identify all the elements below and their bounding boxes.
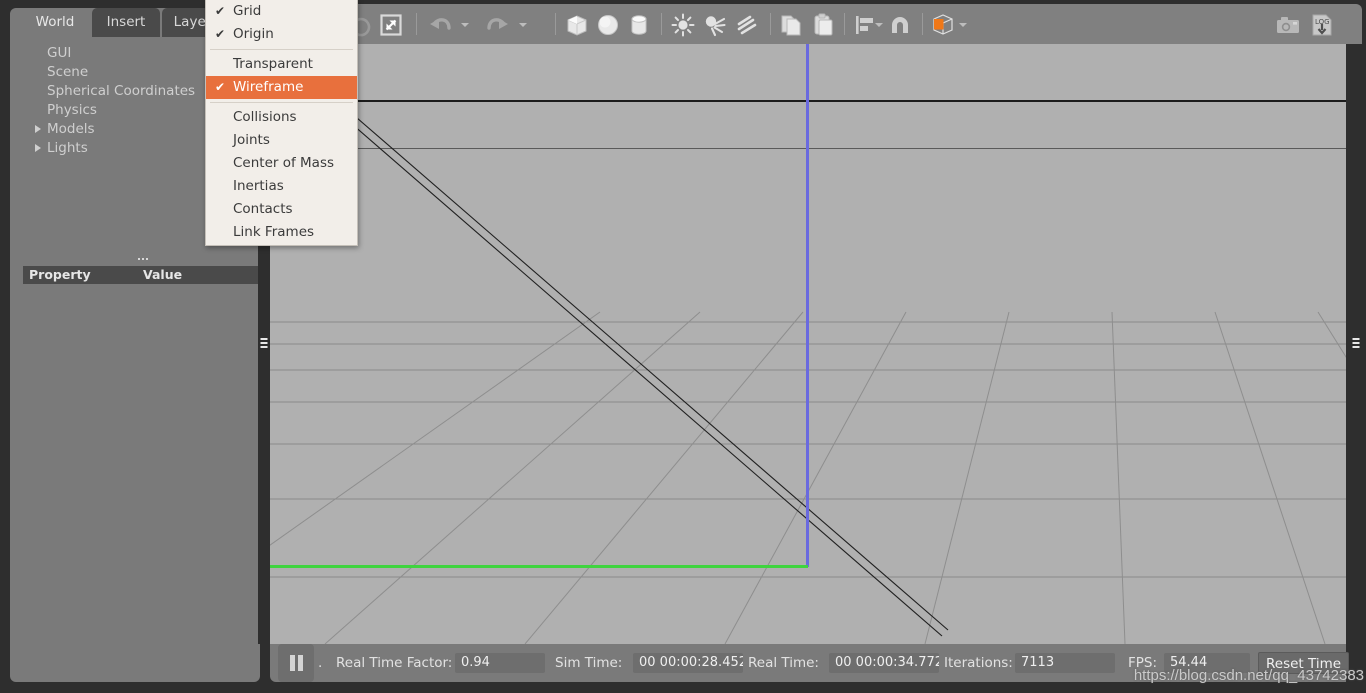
gazebo-window: World Insert Layers GUI Scene Spherical … [0, 0, 1366, 693]
property-table-header: Property Value [23, 266, 264, 284]
insert-cylinder-button[interactable] [626, 12, 652, 38]
real-time-label: Real Time: [748, 655, 819, 671]
menu-item-transparent[interactable]: Transparent [206, 53, 357, 76]
menu-item-grid[interactable]: Grid [206, 0, 357, 23]
paste-button[interactable] [810, 12, 836, 38]
screenshot-button[interactable] [1275, 12, 1301, 38]
tab-world[interactable]: World [20, 8, 90, 37]
tree-item-label: GUI [47, 45, 72, 61]
iterations-value: 7113 [1015, 653, 1115, 673]
view-angle-dropdown[interactable] [959, 23, 967, 27]
snap-button[interactable] [887, 12, 913, 38]
menu-item-label: Wireframe [233, 79, 304, 95]
tab-world-label: World [35, 14, 75, 30]
tab-insert-label: Insert [106, 14, 146, 30]
view-menu[interactable]: Grid Origin Transparent Wireframe Collis… [205, 0, 358, 246]
property-panel-grip[interactable] [138, 258, 150, 263]
align-dropdown[interactable] [875, 23, 883, 27]
splitter-grip-icon[interactable] [1352, 338, 1360, 350]
redo-button[interactable] [485, 12, 511, 38]
menu-item-center-of-mass[interactable]: Center of Mass [206, 152, 357, 175]
menu-item-contacts[interactable]: Contacts [206, 198, 357, 221]
undo-button[interactable] [427, 12, 453, 38]
menu-item-label: Joints [233, 132, 270, 148]
left-splitter-stub [258, 245, 269, 261]
menu-item-label: Collisions [233, 109, 297, 125]
menu-item-label: Grid [233, 3, 262, 19]
menu-item-link-frames[interactable]: Link Frames [206, 221, 357, 244]
tree-item-label: Models [47, 121, 95, 137]
tab-insert[interactable]: Insert [92, 8, 160, 37]
menu-item-label: Center of Mass [233, 155, 335, 171]
step-button[interactable]: . [318, 644, 322, 682]
insert-directional-light-button[interactable] [734, 12, 760, 38]
redo-history-dropdown[interactable] [519, 23, 527, 27]
watermark-text: https://blog.csdn.net/qq_43742383 [1133, 667, 1364, 684]
tree-item-label: Scene [47, 64, 89, 80]
insert-box-button[interactable] [564, 12, 590, 38]
sim-time-label: Sim Time: [555, 655, 623, 671]
menu-item-label: Contacts [233, 201, 293, 217]
menu-item-inertias[interactable]: Inertias [206, 175, 357, 198]
z-axis-line [806, 44, 809, 567]
main-toolbar: LOG [270, 4, 1362, 44]
menu-item-wireframe[interactable]: Wireframe [206, 76, 357, 99]
y-axis-line [270, 565, 808, 568]
chevron-right-icon[interactable] [35, 125, 41, 133]
insert-spot-light-button[interactable] [702, 12, 728, 38]
menu-item-label: Origin [233, 26, 274, 42]
insert-sphere-button[interactable] [595, 12, 621, 38]
chevron-right-icon[interactable] [35, 144, 41, 152]
insert-point-light-button[interactable] [670, 12, 696, 38]
splitter-grip-icon[interactable] [260, 338, 267, 350]
menu-item-label: Inertias [233, 178, 284, 194]
copy-button[interactable] [778, 12, 804, 38]
property-column-header[interactable]: Property [29, 266, 91, 284]
render-viewport[interactable] [270, 44, 1346, 644]
log-button[interactable]: LOG [1309, 12, 1335, 38]
iterations-label: Iterations: [944, 655, 1013, 671]
real-time-value: 00 00:00:34.772 [829, 653, 939, 673]
tree-item-label: Spherical Coordinates [47, 83, 196, 99]
menu-item-label: Link Frames [233, 224, 315, 240]
value-column-header[interactable]: Value [143, 266, 182, 284]
pause-button[interactable] [278, 644, 314, 682]
real-time-factor-label: Real Time Factor: [336, 655, 453, 671]
real-time-factor-value: 0.94 [455, 653, 545, 673]
menu-separator [210, 102, 353, 103]
menu-separator [210, 49, 353, 50]
menu-item-origin[interactable]: Origin [206, 23, 357, 46]
menu-item-collisions[interactable]: Collisions [206, 106, 357, 129]
scale-mode-button[interactable] [378, 12, 404, 38]
sim-time-value: 00 00:00:28.452 [633, 653, 743, 673]
tree-item-label: Physics [47, 102, 97, 118]
undo-history-dropdown[interactable] [461, 23, 469, 27]
right-panel-splitter[interactable] [1346, 44, 1366, 644]
view-angle-button[interactable] [930, 12, 956, 38]
menu-item-label: Transparent [233, 56, 313, 72]
tree-item-label: Lights [47, 140, 88, 156]
menu-item-joints[interactable]: Joints [206, 129, 357, 152]
